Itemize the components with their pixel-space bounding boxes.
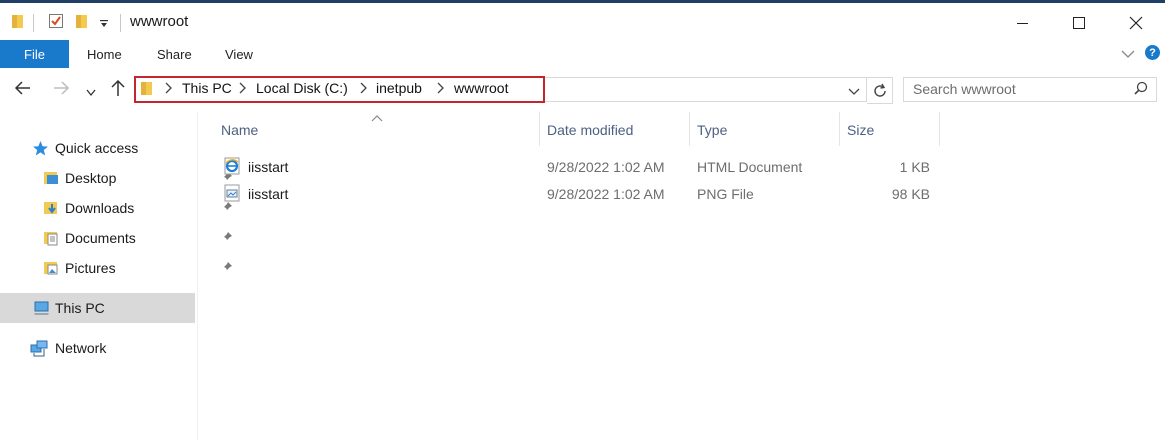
documents-folder-icon	[43, 230, 59, 246]
maximize-button[interactable]	[1056, 6, 1102, 40]
title-separator	[120, 14, 121, 32]
pin-icon[interactable]	[221, 230, 233, 246]
column-header-size[interactable]: Size	[847, 122, 874, 146]
column-divider[interactable]	[939, 112, 940, 146]
file-row[interactable]: iisstart 9/28/2022 1:02 AM PNG File 98 K…	[220, 181, 940, 207]
folder-icon[interactable]	[11, 13, 25, 32]
column-divider[interactable]	[839, 112, 840, 146]
back-arrow-icon[interactable]	[14, 80, 32, 99]
recent-locations-chevron-icon[interactable]	[86, 84, 96, 100]
file-size: 1 KB	[899, 159, 930, 175]
search-input[interactable]: Search wwwroot	[903, 77, 1157, 102]
up-arrow-icon[interactable]	[110, 79, 126, 100]
column-divider[interactable]	[539, 112, 540, 146]
column-header-name[interactable]: Name	[221, 122, 258, 146]
file-name: iisstart	[248, 186, 289, 202]
breadcrumb-this-pc[interactable]: This PC	[182, 80, 232, 96]
file-row[interactable]: iisstart 9/28/2022 1:02 AM HTML Document…	[220, 154, 940, 180]
star-icon	[32, 140, 49, 157]
breadcrumb-chevron-icon[interactable]	[359, 81, 367, 97]
close-button[interactable]	[1113, 6, 1159, 40]
breadcrumb-chevron-icon[interactable]	[164, 81, 172, 97]
nav-item-downloads[interactable]: Downloads	[43, 193, 232, 223]
window-title: wwwroot	[130, 13, 189, 30]
customize-toolbar-chevron-icon[interactable]	[99, 16, 109, 32]
nav-label: Quick access	[55, 140, 139, 156]
new-folder-icon[interactable]	[75, 13, 89, 32]
refresh-button[interactable]	[867, 77, 893, 104]
nav-label: Pictures	[65, 260, 116, 276]
ribbon: File Home Share View ?	[0, 40, 1165, 68]
title-separator	[33, 14, 34, 32]
navigation-pane: Quick access Desktop Downloads Documents	[0, 112, 232, 440]
breadcrumb-wwwroot[interactable]: wwwroot	[454, 80, 508, 96]
file-date: 9/28/2022 1:02 AM	[547, 159, 665, 175]
nav-item-pictures[interactable]: Pictures	[43, 253, 232, 283]
nav-item-network[interactable]: Network	[30, 333, 106, 363]
title-bar: wwwroot	[0, 3, 1165, 40]
tab-file[interactable]: File	[0, 40, 69, 68]
address-history-chevron-icon[interactable]	[848, 83, 860, 99]
breadcrumb-inetpub[interactable]: inetpub	[376, 80, 422, 96]
breadcrumb-local-disk[interactable]: Local Disk (C:)	[256, 80, 348, 96]
nav-label: Documents	[65, 230, 136, 246]
html-document-icon	[223, 157, 241, 178]
png-file-icon	[223, 184, 241, 205]
address-row: This PC Local Disk (C:) inetpub wwwroot …	[0, 68, 1165, 112]
forward-arrow-icon[interactable]	[52, 80, 70, 99]
file-name: iisstart	[248, 159, 289, 175]
nav-label: Downloads	[65, 200, 135, 216]
tab-home[interactable]: Home	[87, 47, 122, 62]
search-placeholder: Search wwwroot	[913, 81, 1016, 97]
properties-icon[interactable]	[48, 13, 64, 32]
nav-label: This PC	[55, 300, 105, 316]
column-header-type[interactable]: Type	[697, 122, 727, 146]
file-type: PNG File	[697, 186, 754, 202]
network-icon	[30, 339, 49, 357]
search-icon[interactable]	[1134, 81, 1148, 98]
tab-share[interactable]: Share	[157, 47, 192, 62]
nav-label: Desktop	[65, 170, 117, 186]
desktop-folder-icon	[43, 170, 59, 186]
sort-ascending-icon	[371, 110, 383, 126]
tab-view[interactable]: View	[225, 47, 253, 62]
column-header-date-modified[interactable]: Date modified	[547, 122, 633, 146]
nav-quick-access[interactable]: Quick access	[32, 133, 138, 163]
breadcrumb-chevron-icon[interactable]	[238, 81, 246, 97]
folder-icon	[140, 80, 154, 99]
column-divider[interactable]	[689, 112, 690, 146]
nav-item-this-pc[interactable]: This PC	[33, 293, 105, 323]
breadcrumb-chevron-icon[interactable]	[436, 81, 444, 97]
pin-icon[interactable]	[221, 260, 233, 276]
nav-label: Network	[55, 340, 107, 356]
file-size: 98 KB	[891, 186, 930, 202]
nav-item-documents[interactable]: Documents	[43, 223, 232, 253]
help-icon[interactable]: ?	[1145, 45, 1160, 60]
downloads-folder-icon	[43, 200, 59, 216]
file-type: HTML Document	[697, 159, 803, 175]
pane-divider[interactable]	[197, 112, 198, 440]
computer-icon	[33, 300, 50, 316]
nav-item-desktop[interactable]: Desktop	[43, 163, 232, 193]
file-date: 9/28/2022 1:02 AM	[547, 186, 665, 202]
refresh-icon	[873, 83, 886, 97]
minimize-button[interactable]	[1000, 6, 1046, 40]
expand-ribbon-chevron-icon[interactable]	[1121, 46, 1135, 62]
pictures-folder-icon	[43, 260, 59, 276]
